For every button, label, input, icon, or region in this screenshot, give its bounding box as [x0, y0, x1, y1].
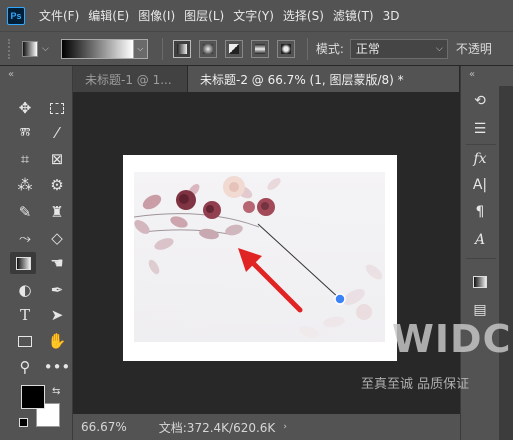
history-icon[interactable]: ⟲ [467, 90, 493, 112]
options-grip[interactable] [8, 38, 12, 59]
menu-bar: Ps 文件(F) 编辑(E) 图像(I) 图层(L) 文字(Y) 选择(S) 滤… [0, 0, 513, 31]
watermark-tagline: 至真至诚 品质保证 [361, 377, 470, 392]
crop-icon[interactable]: ⌗ [12, 148, 38, 170]
tab-untitled-2[interactable]: 未标题-2 @ 66.7% (1, 图层蒙版/8) * [188, 66, 459, 92]
chevron-down-icon[interactable]: ⌵ [42, 44, 49, 54]
opacity-label: 不透明 [455, 42, 492, 56]
menu-3d[interactable]: 3D [383, 9, 400, 23]
linear-gradient-button[interactable] [172, 39, 191, 58]
menu-filter[interactable]: 滤镜(T) [333, 7, 374, 24]
collapse-icon[interactable]: « [461, 66, 513, 86]
foreground-color-swatch[interactable] [21, 385, 45, 409]
menu-type[interactable]: 文字(Y) [233, 7, 274, 24]
pen-icon[interactable]: ✒ [44, 279, 70, 301]
tab-untitled-1[interactable]: 未标题-1 @ 1... [73, 66, 188, 92]
default-colors-icon[interactable] [19, 418, 28, 427]
chevron-down-icon: ⌵ [436, 43, 443, 54]
gradient-drag-line [257, 223, 341, 300]
smudge-icon[interactable]: ☚ [44, 252, 70, 274]
divider [306, 37, 308, 60]
eraser-icon[interactable]: ◇ [44, 227, 70, 249]
gradient-icon[interactable] [10, 252, 36, 274]
mode-label: 模式: [315, 42, 344, 56]
spot-heal-icon[interactable]: ⚙ [44, 174, 70, 196]
menu-select[interactable]: 选择(S) [283, 7, 324, 24]
divider [161, 37, 163, 60]
tab-label: 未标题-1 @ 1... [85, 72, 172, 87]
zoom-level[interactable]: 66.67% [81, 420, 127, 434]
path-select-icon[interactable]: ➤ [44, 304, 70, 326]
angle-gradient-icon [228, 43, 239, 54]
divider [466, 144, 496, 145]
gradient-panel-icon[interactable] [467, 271, 493, 293]
character-icon[interactable]: A| [467, 174, 493, 196]
glyphs-icon[interactable]: A [467, 229, 493, 251]
dodge-icon[interactable]: ◐ [12, 279, 38, 301]
brush-icon[interactable]: ✎ [12, 201, 38, 223]
swap-colors-icon[interactable]: ⇆ [52, 386, 60, 397]
status-bar: 66.67% 文档:372.4K/620.6K › [73, 414, 460, 440]
radial-gradient-button[interactable] [198, 39, 217, 58]
gradient-end-handle[interactable] [334, 293, 346, 305]
dock-column [499, 86, 513, 440]
stamp-icon[interactable]: ♜ [44, 201, 70, 223]
gradient-drag-overlay [238, 223, 346, 313]
angle-gradient-button[interactable] [224, 39, 243, 58]
document-info: 文档:372.4K/620.6K [158, 420, 276, 435]
tool-preset-picker[interactable] [22, 40, 38, 57]
diamond-gradient-icon [280, 43, 291, 54]
menu-file[interactable]: 文件(F) [39, 7, 79, 24]
reflected-gradient-icon [254, 43, 265, 54]
history-brush-icon[interactable]: ⤳ [12, 227, 38, 249]
options-bar: ⌵ ⌵ 模式: 正常 ⌵ 不透明 [0, 31, 513, 65]
diamond-gradient-button[interactable] [276, 39, 295, 58]
paragraph-icon[interactable]: ¶ [467, 201, 493, 223]
menu-image[interactable]: 图像(I) [138, 7, 175, 24]
divider [466, 258, 496, 259]
gradient-editor[interactable] [60, 38, 134, 59]
tab-label: 未标题-2 @ 66.7% (1, 图层蒙版/8) * [200, 72, 404, 87]
document-tabs: 未标题-1 @ 1... 未标题-2 @ 66.7% (1, 图层蒙版/8) * [73, 66, 459, 92]
gradient-dropdown[interactable]: ⌵ [133, 38, 148, 59]
eyedropper-icon[interactable]: ⁂ [12, 174, 38, 196]
radial-gradient-icon [202, 43, 213, 54]
reflected-gradient-button[interactable] [250, 39, 269, 58]
move-icon[interactable]: ✥ [12, 97, 38, 119]
watermark-logo: WIDC [392, 317, 512, 361]
blend-mode-value: 正常 [355, 42, 380, 56]
zoom-icon[interactable]: ⚲ [12, 356, 38, 378]
more-icon[interactable]: ••• [44, 356, 71, 378]
collapse-icon[interactable]: « [0, 66, 72, 86]
ps-logo: Ps [7, 6, 25, 25]
hand-icon[interactable]: ✋ [44, 330, 70, 352]
adjust-icon[interactable]: ☰ [467, 118, 493, 140]
type-icon[interactable]: T [12, 304, 38, 326]
blend-mode-select[interactable]: 正常 ⌵ [349, 38, 448, 59]
menu-edit[interactable]: 编辑(E) [88, 7, 129, 24]
rectangle-icon[interactable] [12, 330, 38, 352]
red-arrow-shaft [245, 255, 303, 313]
marquee-icon[interactable] [44, 97, 70, 119]
linear-gradient-icon [176, 43, 187, 54]
lasso-icon[interactable]: ⰿ [12, 122, 38, 144]
fx-icon[interactable]: fx [467, 148, 493, 170]
menu-layer[interactable]: 图层(L) [184, 7, 224, 24]
frame-icon[interactable]: ⊠ [44, 148, 70, 170]
magic-wand-icon[interactable]: ⁄ [44, 122, 70, 144]
status-chevron-icon[interactable]: › [283, 422, 287, 432]
